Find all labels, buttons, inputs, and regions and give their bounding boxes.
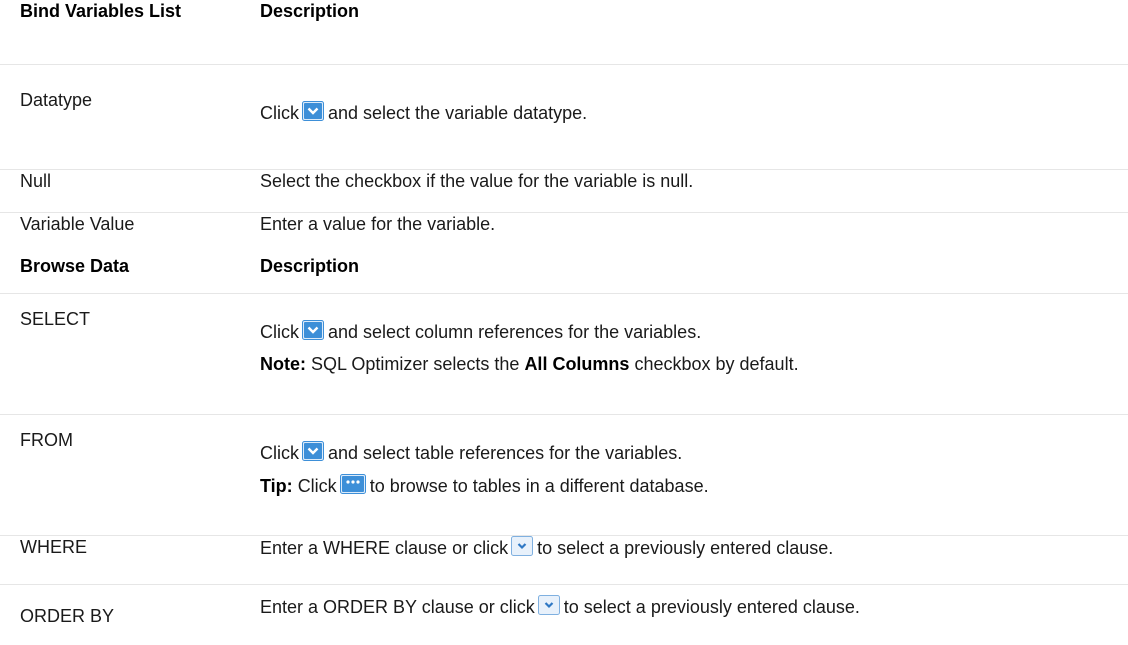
documentation-table: Bind Variables List Description Datatype…	[0, 0, 1128, 645]
desc-suffix: to select a previously entered clause.	[564, 597, 860, 617]
tip-label: Tip:	[260, 476, 293, 496]
row-desc-from: Click and select table references for the…	[240, 415, 1128, 536]
header-description: Description	[240, 0, 1128, 65]
desc-line: Click and select column references for th…	[260, 320, 1128, 343]
dropdown-arrow-icon	[302, 320, 324, 340]
row-desc-order-by: Enter a ORDER BY clause or click to selec…	[240, 585, 1128, 645]
note-bold: All Columns	[524, 354, 629, 374]
desc-suffix: and select the variable datatype.	[328, 103, 587, 123]
row-desc-null: Select the checkbox if the value for the…	[240, 170, 1128, 213]
table-row: SELECT Click and select column references…	[0, 294, 1128, 415]
note-text-2: checkbox by default.	[634, 354, 798, 374]
row-name-null: Null	[0, 170, 240, 213]
note-label: Note:	[260, 354, 306, 374]
tip-line: Tip: Click to browse to tables in a diffe…	[260, 474, 1128, 497]
small-dropdown-icon	[538, 595, 560, 615]
desc-suffix: and select column references for the var…	[328, 322, 701, 342]
row-name-variable-value: Variable Value	[0, 213, 240, 256]
note-text-1: SQL Optimizer selects the	[311, 354, 519, 374]
table-row: Datatype Click and select the variable da…	[0, 65, 1128, 170]
dropdown-arrow-icon	[302, 101, 324, 121]
table-row: Null Select the checkbox if the value fo…	[0, 170, 1128, 213]
table-row: FROM Click and select table references fo…	[0, 415, 1128, 536]
table-header-row: Bind Variables List Description	[0, 0, 1128, 65]
row-name-select: SELECT	[0, 294, 240, 415]
row-desc-datatype: Click and select the variable datatype.	[240, 65, 1128, 170]
row-name-where: WHERE	[0, 536, 240, 585]
desc-prefix: Click	[260, 322, 299, 342]
tip-suffix: to browse to tables in a different datab…	[370, 476, 709, 496]
table-header-row: Browse Data Description	[0, 255, 1128, 294]
note-line: Note: SQL Optimizer selects the All Colu…	[260, 353, 1128, 375]
header-description: Description	[240, 255, 1128, 294]
small-dropdown-icon	[511, 536, 533, 556]
row-name-datatype: Datatype	[0, 65, 240, 170]
row-desc-variable-value: Enter a value for the variable.	[240, 213, 1128, 256]
desc-suffix: and select table references for the vari…	[328, 443, 682, 463]
header-bind-variables-list: Bind Variables List	[0, 0, 240, 65]
row-name-order-by: ORDER BY	[0, 585, 240, 645]
desc-prefix: Click	[260, 103, 299, 123]
row-desc-where: Enter a WHERE clause or click to select a…	[240, 536, 1128, 585]
table-row: ORDER BY Enter a ORDER BY clause or clic…	[0, 585, 1128, 645]
dropdown-arrow-icon	[302, 441, 324, 461]
row-name-from: FROM	[0, 415, 240, 536]
row-desc-select: Click and select column references for th…	[240, 294, 1128, 415]
table-row: Variable Value Enter a value for the var…	[0, 213, 1128, 256]
table-row: WHERE Enter a WHERE clause or click to se…	[0, 536, 1128, 585]
desc-prefix: Enter a ORDER BY clause or click	[260, 597, 535, 617]
ellipsis-browse-icon	[340, 474, 366, 494]
desc-line: Click and select table references for the…	[260, 441, 1128, 464]
desc-prefix: Enter a WHERE clause or click	[260, 538, 508, 558]
desc-suffix: to select a previously entered clause.	[537, 538, 833, 558]
tip-prefix: Click	[298, 476, 337, 496]
header-browse-data: Browse Data	[0, 255, 240, 294]
desc-prefix: Click	[260, 443, 299, 463]
